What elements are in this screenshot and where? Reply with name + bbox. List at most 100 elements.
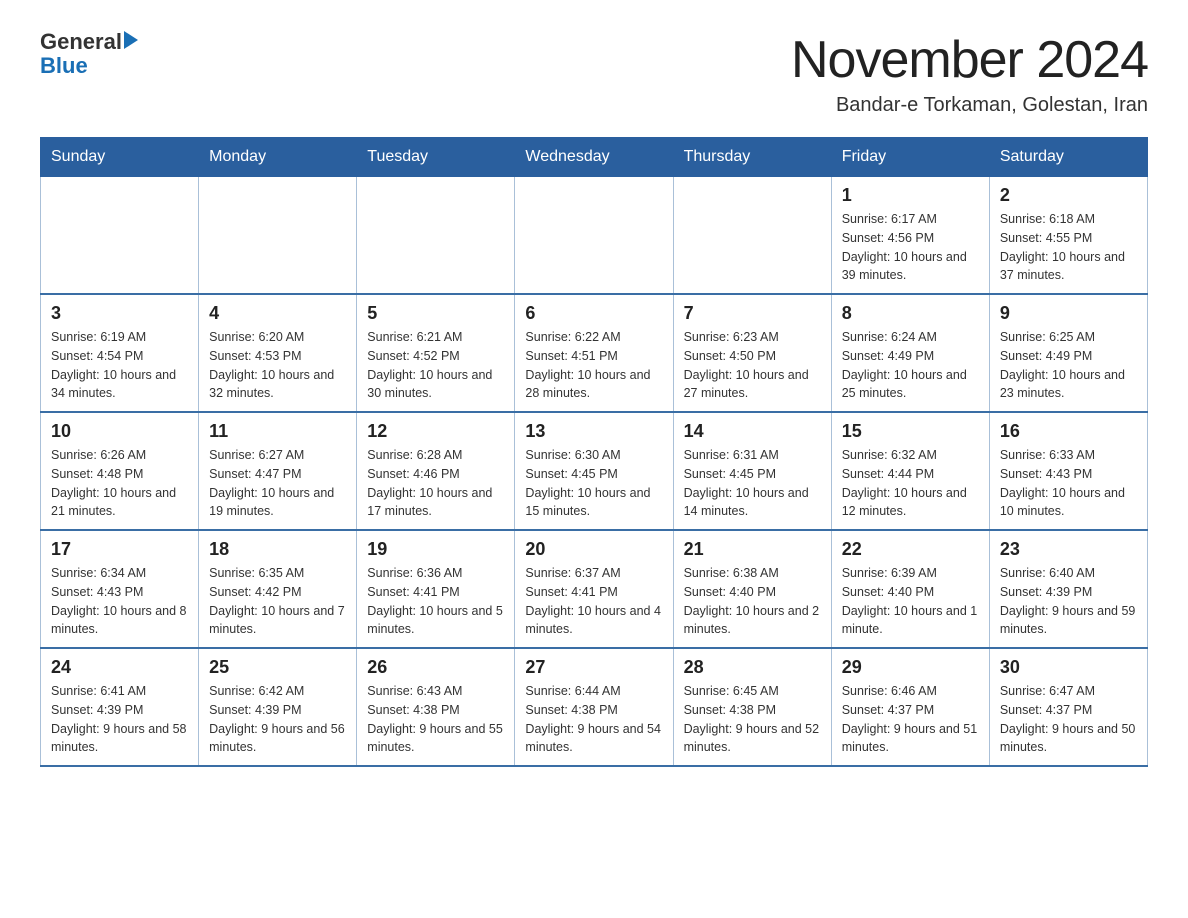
- day-info: Sunrise: 6:35 AMSunset: 4:42 PMDaylight:…: [209, 564, 346, 639]
- calendar-cell: 24 Sunrise: 6:41 AMSunset: 4:39 PMDayligh…: [41, 648, 199, 766]
- day-number: 24: [51, 657, 188, 678]
- day-number: 26: [367, 657, 504, 678]
- day-number: 23: [1000, 539, 1137, 560]
- day-info: Sunrise: 6:24 AMSunset: 4:49 PMDaylight:…: [842, 328, 979, 403]
- day-number: 15: [842, 421, 979, 442]
- day-of-week-header: Tuesday: [357, 138, 515, 177]
- day-info: Sunrise: 6:28 AMSunset: 4:46 PMDaylight:…: [367, 446, 504, 521]
- day-info: Sunrise: 6:21 AMSunset: 4:52 PMDaylight:…: [367, 328, 504, 403]
- day-info: Sunrise: 6:22 AMSunset: 4:51 PMDaylight:…: [525, 328, 662, 403]
- day-info: Sunrise: 6:26 AMSunset: 4:48 PMDaylight:…: [51, 446, 188, 521]
- day-info: Sunrise: 6:30 AMSunset: 4:45 PMDaylight:…: [525, 446, 662, 521]
- calendar-cell: 25 Sunrise: 6:42 AMSunset: 4:39 PMDayligh…: [199, 648, 357, 766]
- day-number: 16: [1000, 421, 1137, 442]
- calendar-cell: [673, 177, 831, 295]
- day-of-week-header: Saturday: [989, 138, 1147, 177]
- day-info: Sunrise: 6:45 AMSunset: 4:38 PMDaylight:…: [684, 682, 821, 757]
- day-info: Sunrise: 6:36 AMSunset: 4:41 PMDaylight:…: [367, 564, 504, 639]
- calendar-cell: 7 Sunrise: 6:23 AMSunset: 4:50 PMDaylight…: [673, 294, 831, 412]
- calendar-week-row: 17 Sunrise: 6:34 AMSunset: 4:43 PMDayligh…: [41, 530, 1148, 648]
- day-number: 27: [525, 657, 662, 678]
- day-number: 5: [367, 303, 504, 324]
- day-number: 19: [367, 539, 504, 560]
- day-of-week-header: Friday: [831, 138, 989, 177]
- calendar-cell: [515, 177, 673, 295]
- day-number: 4: [209, 303, 346, 324]
- day-info: Sunrise: 6:39 AMSunset: 4:40 PMDaylight:…: [842, 564, 979, 639]
- day-number: 17: [51, 539, 188, 560]
- day-number: 10: [51, 421, 188, 442]
- day-info: Sunrise: 6:34 AMSunset: 4:43 PMDaylight:…: [51, 564, 188, 639]
- calendar-cell: 26Sunrise: 6:43 AMSunset: 4:38 PMDayligh…: [357, 648, 515, 766]
- logo-general-text: General: [40, 30, 122, 54]
- calendar-cell: 18 Sunrise: 6:35 AMSunset: 4:42 PMDayligh…: [199, 530, 357, 648]
- day-info: Sunrise: 6:19 AMSunset: 4:54 PMDaylight:…: [51, 328, 188, 403]
- day-of-week-header: Sunday: [41, 138, 199, 177]
- day-of-week-header: Thursday: [673, 138, 831, 177]
- calendar-header-row: SundayMondayTuesdayWednesdayThursdayFrid…: [41, 138, 1148, 177]
- calendar-cell: 16 Sunrise: 6:33 AMSunset: 4:43 PMDayligh…: [989, 412, 1147, 530]
- calendar-cell: 12 Sunrise: 6:28 AMSunset: 4:46 PMDayligh…: [357, 412, 515, 530]
- day-number: 11: [209, 421, 346, 442]
- calendar-cell: 8Sunrise: 6:24 AMSunset: 4:49 PMDaylight…: [831, 294, 989, 412]
- calendar-week-row: 10 Sunrise: 6:26 AMSunset: 4:48 PMDayligh…: [41, 412, 1148, 530]
- day-number: 7: [684, 303, 821, 324]
- day-info: Sunrise: 6:23 AMSunset: 4:50 PMDaylight:…: [684, 328, 821, 403]
- calendar-cell: 30 Sunrise: 6:47 AMSunset: 4:37 PMDayligh…: [989, 648, 1147, 766]
- day-number: 30: [1000, 657, 1137, 678]
- day-number: 14: [684, 421, 821, 442]
- day-number: 29: [842, 657, 979, 678]
- logo-arrow-icon: [124, 31, 138, 49]
- calendar-cell: [199, 177, 357, 295]
- calendar-cell: [41, 177, 199, 295]
- calendar-cell: 23Sunrise: 6:40 AMSunset: 4:39 PMDayligh…: [989, 530, 1147, 648]
- day-info: Sunrise: 6:47 AMSunset: 4:37 PMDaylight:…: [1000, 682, 1137, 757]
- day-info: Sunrise: 6:44 AMSunset: 4:38 PMDaylight:…: [525, 682, 662, 757]
- calendar-cell: 14 Sunrise: 6:31 AMSunset: 4:45 PMDayligh…: [673, 412, 831, 530]
- day-number: 13: [525, 421, 662, 442]
- calendar-cell: 3 Sunrise: 6:19 AMSunset: 4:54 PMDaylight…: [41, 294, 199, 412]
- day-info: Sunrise: 6:46 AMSunset: 4:37 PMDaylight:…: [842, 682, 979, 757]
- day-number: 3: [51, 303, 188, 324]
- calendar-cell: 9 Sunrise: 6:25 AMSunset: 4:49 PMDaylight…: [989, 294, 1147, 412]
- day-number: 1: [842, 185, 979, 206]
- day-number: 12: [367, 421, 504, 442]
- day-number: 2: [1000, 185, 1137, 206]
- page-header: General Blue November 2024 Bandar-e Tork…: [40, 30, 1148, 117]
- day-of-week-header: Wednesday: [515, 138, 673, 177]
- calendar-cell: 27 Sunrise: 6:44 AMSunset: 4:38 PMDayligh…: [515, 648, 673, 766]
- day-info: Sunrise: 6:32 AMSunset: 4:44 PMDaylight:…: [842, 446, 979, 521]
- day-number: 20: [525, 539, 662, 560]
- calendar-cell: 20 Sunrise: 6:37 AMSunset: 4:41 PMDayligh…: [515, 530, 673, 648]
- day-number: 21: [684, 539, 821, 560]
- calendar-cell: 2 Sunrise: 6:18 AMSunset: 4:55 PMDaylight…: [989, 177, 1147, 295]
- calendar-cell: 22 Sunrise: 6:39 AMSunset: 4:40 PMDayligh…: [831, 530, 989, 648]
- day-of-week-header: Monday: [199, 138, 357, 177]
- day-number: 18: [209, 539, 346, 560]
- day-number: 6: [525, 303, 662, 324]
- calendar-cell: 11 Sunrise: 6:27 AMSunset: 4:47 PMDayligh…: [199, 412, 357, 530]
- calendar-cell: 21 Sunrise: 6:38 AMSunset: 4:40 PMDayligh…: [673, 530, 831, 648]
- calendar-cell: 6 Sunrise: 6:22 AMSunset: 4:51 PMDaylight…: [515, 294, 673, 412]
- day-info: Sunrise: 6:18 AMSunset: 4:55 PMDaylight:…: [1000, 210, 1137, 285]
- day-number: 25: [209, 657, 346, 678]
- day-info: Sunrise: 6:38 AMSunset: 4:40 PMDaylight:…: [684, 564, 821, 639]
- day-info: Sunrise: 6:31 AMSunset: 4:45 PMDaylight:…: [684, 446, 821, 521]
- day-info: Sunrise: 6:27 AMSunset: 4:47 PMDaylight:…: [209, 446, 346, 521]
- day-info: Sunrise: 6:20 AMSunset: 4:53 PMDaylight:…: [209, 328, 346, 403]
- day-info: Sunrise: 6:41 AMSunset: 4:39 PMDaylight:…: [51, 682, 188, 757]
- day-number: 9: [1000, 303, 1137, 324]
- day-info: Sunrise: 6:17 AMSunset: 4:56 PMDaylight:…: [842, 210, 979, 285]
- day-info: Sunrise: 6:37 AMSunset: 4:41 PMDaylight:…: [525, 564, 662, 639]
- location-title: Bandar-e Torkaman, Golestan, Iran: [791, 94, 1148, 117]
- calendar-table: SundayMondayTuesdayWednesdayThursdayFrid…: [40, 137, 1148, 767]
- day-info: Sunrise: 6:33 AMSunset: 4:43 PMDaylight:…: [1000, 446, 1137, 521]
- calendar-week-row: 1 Sunrise: 6:17 AMSunset: 4:56 PMDaylight…: [41, 177, 1148, 295]
- day-info: Sunrise: 6:25 AMSunset: 4:49 PMDaylight:…: [1000, 328, 1137, 403]
- month-title: November 2024: [791, 30, 1148, 90]
- calendar-cell: 15 Sunrise: 6:32 AMSunset: 4:44 PMDayligh…: [831, 412, 989, 530]
- day-info: Sunrise: 6:42 AMSunset: 4:39 PMDaylight:…: [209, 682, 346, 757]
- calendar-cell: 28Sunrise: 6:45 AMSunset: 4:38 PMDayligh…: [673, 648, 831, 766]
- day-number: 22: [842, 539, 979, 560]
- calendar-cell: 17 Sunrise: 6:34 AMSunset: 4:43 PMDayligh…: [41, 530, 199, 648]
